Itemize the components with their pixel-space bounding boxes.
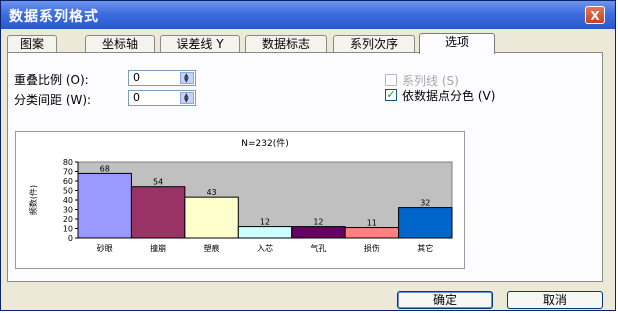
data-label: 12 — [313, 218, 323, 227]
chart-svg: N=232(件) 01020304050607080 频数(件) 68 砂眼 54 撞崩 43… — [28, 137, 453, 253]
y-tick-label: 60 — [63, 177, 73, 186]
vary-colors-label: 依数据点分色 (V) — [402, 89, 496, 103]
y-tick-label: 20 — [63, 215, 73, 224]
tab-options[interactable]: 选项 — [419, 33, 495, 54]
overlap-label: 重叠比例 (O): — [14, 73, 89, 87]
overlap-spinner[interactable]: 0 ▲ ▼ — [128, 70, 196, 86]
y-tick-label: 70 — [63, 168, 73, 177]
gap-spin-arrows[interactable]: ▲ ▼ — [180, 92, 194, 104]
tab-data-labels[interactable]: 数据标志 — [245, 35, 327, 53]
x-tick-label: 砂眼 — [97, 243, 113, 253]
data-label: 32 — [420, 199, 430, 208]
x-tick-label: 入芯 — [257, 243, 273, 253]
data-label: 43 — [206, 188, 216, 197]
spin-down-icon[interactable]: ▼ — [184, 98, 189, 104]
data-label: 54 — [153, 178, 163, 187]
data-label: 68 — [100, 164, 110, 173]
ok-button[interactable]: 确定 — [397, 291, 493, 309]
series-lines-checkbox[interactable] — [385, 74, 397, 86]
bar — [398, 207, 453, 239]
spin-down-icon[interactable]: ▼ — [184, 78, 189, 84]
bar — [344, 227, 400, 239]
cancel-button[interactable]: 取消 — [507, 291, 603, 309]
bar — [291, 226, 346, 239]
x-tick-label: 气孔 — [310, 243, 326, 253]
y-tick-label: 10 — [63, 225, 73, 234]
vary-colors-checkbox[interactable]: ✓ — [385, 89, 397, 101]
title-bar[interactable]: 数据系列格式 X — [1, 1, 615, 29]
overlap-value: 0 — [133, 71, 140, 84]
bar — [237, 226, 293, 239]
x-tick-label: 其它 — [417, 243, 433, 253]
tab-error-bars-y[interactable]: 误差线 Y — [160, 35, 240, 53]
checkmark-icon: ✓ — [386, 88, 396, 101]
chart-preview: N=232(件) 0 10 20 30 40 50 60 70 80 频数(件) 68 砂眼 54 撞崩 43… — [15, 131, 465, 269]
x-tick-label: 撞崩 — [150, 243, 166, 253]
format-data-series-dialog: 数据系列格式 X 图案 坐标轴 误差线 Y 数据标志 系列次序 选项 重叠比例 … — [0, 0, 616, 311]
y-tick-label: 0 — [68, 234, 73, 243]
y-tick-label: 50 — [63, 187, 73, 196]
x-tick-label: 塑痕 — [204, 243, 220, 253]
data-label: 12 — [260, 218, 270, 227]
dialog-title: 数据系列格式 — [9, 9, 99, 25]
data-label: 11 — [367, 219, 377, 228]
bar — [184, 196, 239, 239]
gap-width-value: 0 — [133, 91, 140, 104]
y-tick-label: 30 — [63, 206, 73, 215]
y-axis-label: 频数(件) — [28, 185, 38, 215]
gap-width-spinner[interactable]: 0 ▲ ▼ — [128, 90, 196, 106]
x-tick-label: 损伤 — [364, 243, 380, 253]
bar — [130, 186, 186, 239]
tab-axis[interactable]: 坐标轴 — [85, 35, 155, 53]
gap-width-label: 分类间距 (W): — [14, 93, 92, 107]
bar — [77, 172, 132, 239]
close-button[interactable]: X — [585, 6, 605, 24]
y-tick-label: 80 — [63, 158, 73, 167]
tab-patterns[interactable]: 图案 — [7, 35, 57, 53]
y-tick-label: 40 — [63, 196, 73, 205]
chart-title: N=232(件) — [241, 137, 288, 149]
tab-series-order[interactable]: 系列次序 — [333, 35, 415, 53]
overlap-spin-arrows[interactable]: ▲ ▼ — [180, 72, 194, 84]
